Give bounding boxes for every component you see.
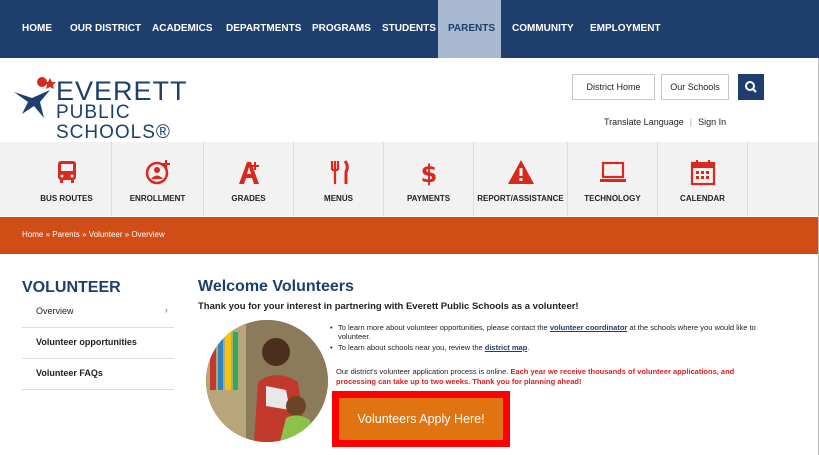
svg-text:$: $ [420,160,437,186]
top-navigation: HOME OUR DISTRICT ACADEMICS DEPARTMENTS … [0,0,819,58]
nav-students[interactable]: STUDENTS [372,0,446,58]
grades-icon [238,162,259,184]
apply-button-highlight: Volunteers Apply Here! [332,391,510,447]
nav-programs[interactable]: PROGRAMS [302,0,381,58]
district-home-button[interactable]: District Home [572,74,655,100]
translate-language-link[interactable]: Translate Language [604,117,684,127]
quick-link-bus-routes[interactable]: BUS ROUTES [22,142,112,216]
quick-link-label: TECHNOLOGY [584,194,641,203]
sidebar-item-volunteer-faqs[interactable]: Volunteer FAQs [22,359,174,390]
quick-link-label: GRADES [231,194,266,203]
warning-icon [507,160,534,184]
quick-link-label: BUS ROUTES [40,194,93,203]
quick-link-label: MENUS [324,194,353,203]
logo-line1: EVERETT [56,76,188,106]
nav-our-district[interactable]: OUR DISTRICT [60,0,151,58]
search-icon [745,81,757,93]
search-button[interactable] [738,74,764,100]
sidebar-title: VOLUNTEER [22,279,121,296]
quick-link-grades[interactable]: GRADES [204,142,294,216]
volunteer-coordinator-link[interactable]: volunteer coordinator [550,323,628,332]
quick-link-label: CALENDAR [680,194,725,203]
sign-in-link[interactable]: Sign In [698,117,726,127]
nav-community[interactable]: COMMUNITY [502,0,584,58]
quick-link-label: REPORT/ASSISTANCE [477,194,564,203]
quick-links-bar: BUS ROUTES ENROLLMENT GRADES MENUS $ PAY… [0,142,819,216]
quick-link-calendar[interactable]: CALENDAR [658,142,748,216]
laptop-icon [599,161,626,182]
volunteer-photo [206,320,328,442]
notice-text: Our district's volunteer application pro… [336,367,511,376]
nav-parents[interactable]: PARENTS [438,0,501,58]
bullet-text: To learn about schools near you, review … [338,343,485,352]
sidebar-item-overview[interactable]: Overview › [22,297,174,328]
payments-icon: $ [420,160,437,186]
menus-icon [330,160,349,184]
bullet-coordinator: To learn more about volunteer opportunit… [330,323,760,341]
intro-text: Thank you for your interest in partnerin… [198,301,579,312]
sidebar-item-label: Volunteer opportunities [36,337,137,347]
apply-button[interactable]: Volunteers Apply Here! [339,398,503,440]
quick-link-label: PAYMENTS [406,194,451,203]
application-notice: Our district's volunteer application pro… [336,367,766,386]
logo-line2: PUBLIC SCHOOLS® [56,102,171,143]
bus-icon [57,161,76,183]
bullet-text: To learn more about volunteer opportunit… [338,323,550,332]
info-bullets: To learn more about volunteer opportunit… [330,323,760,354]
quick-link-payments[interactable]: $ PAYMENTS [384,142,474,216]
sidebar-item-volunteer-opportunities[interactable]: Volunteer opportunities [22,328,174,359]
nav-academics[interactable]: ACADEMICS [142,0,223,58]
quick-link-label: ENROLLMENT [129,194,186,203]
header-link-separator: | [689,117,693,127]
bullet-district-map: To learn about schools near you, review … [330,343,760,352]
bullet-text: . [527,343,530,352]
quick-link-menus[interactable]: MENUS [294,142,384,216]
page-title: Welcome Volunteers [198,278,354,295]
chevron-right-icon: › [164,305,168,316]
nav-departments[interactable]: DEPARTMENTS [216,0,311,58]
breadcrumb[interactable]: Home » Parents » Volunteer » Overview [22,230,165,239]
nav-employment[interactable]: EMPLOYMENT [580,0,671,58]
our-schools-button[interactable]: Our Schools [661,74,729,100]
enrollment-icon [145,160,170,185]
quick-link-technology[interactable]: TECHNOLOGY [568,142,658,216]
header-links: Translate Language | Sign In [604,117,726,127]
quick-link-enrollment[interactable]: ENROLLMENT [112,142,204,216]
calendar-icon [690,160,715,186]
sidebar-item-label: Overview [36,306,74,316]
nav-home[interactable]: HOME [12,0,62,58]
breadcrumb-bar: Home » Parents » Volunteer » Overview [0,217,819,254]
quick-link-report-assistance[interactable]: REPORT/ASSISTANCE [474,142,568,216]
runner-logo-icon [14,77,56,118]
volunteer-photo-image [206,320,328,442]
district-map-link[interactable]: district map [485,343,528,352]
sidebar-item-label: Volunteer FAQs [36,368,103,378]
district-logo[interactable]: EVERETT PUBLIC SCHOOLS® [10,72,240,143]
